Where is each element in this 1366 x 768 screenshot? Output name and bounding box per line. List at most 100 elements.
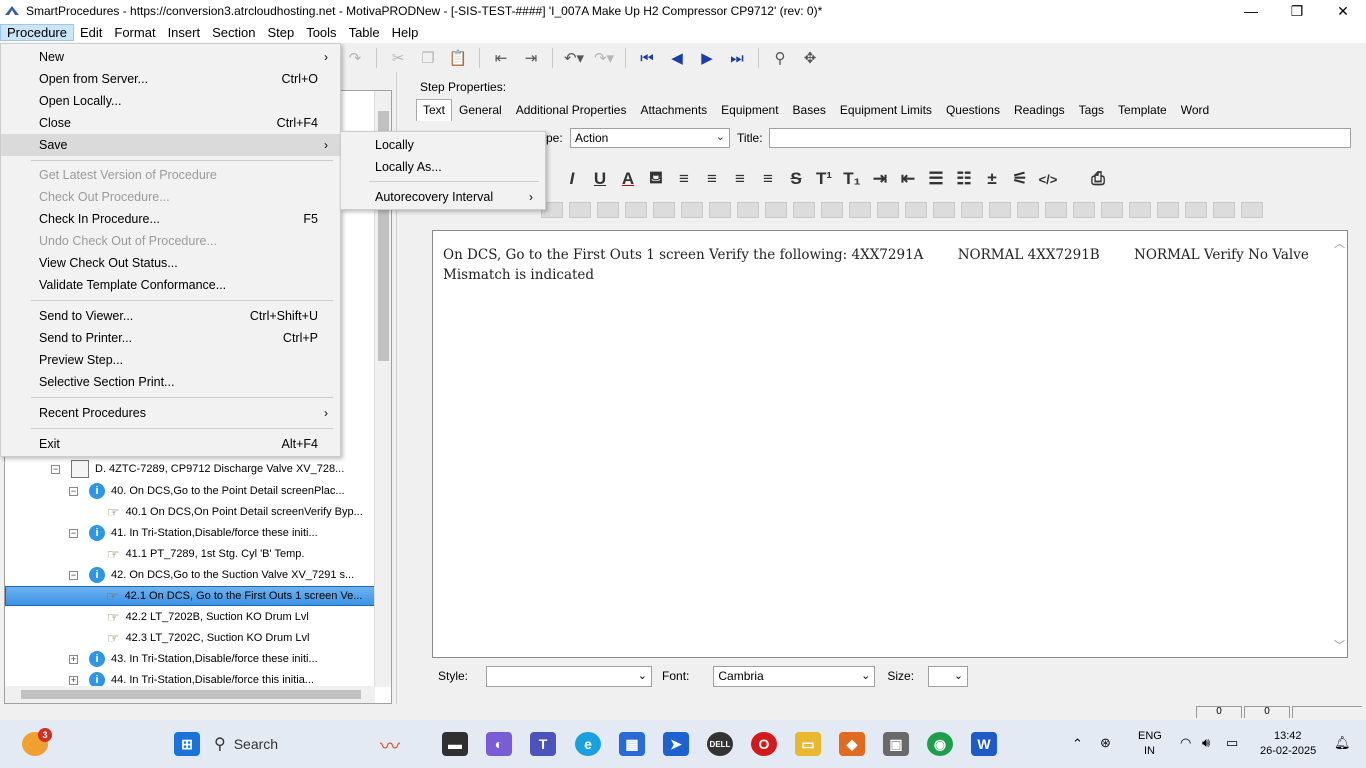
decrease-indent-icon[interactable]: ⇤: [894, 167, 922, 191]
menu-item-open-locally[interactable]: Open Locally...: [1, 90, 340, 112]
start-button-icon[interactable]: ⊞: [174, 732, 200, 756]
language-indicator[interactable]: ENG: [1138, 730, 1162, 742]
tree-row[interactable]: ☞ 42.3 LT_7202C, Suction KO Drum Lvl: [107, 628, 309, 648]
magic-wand-icon[interactable]: ⚟: [1006, 167, 1034, 191]
word-icon[interactable]: W: [971, 732, 997, 756]
close-button[interactable]: ✕: [1320, 0, 1366, 22]
underline-button[interactable]: U: [586, 167, 614, 191]
font-color-button[interactable]: A: [614, 167, 642, 191]
tab-word[interactable]: Word: [1174, 99, 1216, 121]
next-step-icon[interactable]: ▶: [695, 47, 719, 69]
battery-icon[interactable]: ▭: [1226, 735, 1238, 751]
menu-item-exit[interactable]: Exit Alt+F4: [1, 433, 340, 455]
menu-item-recent-procedures[interactable]: Recent Procedures ›: [1, 402, 340, 424]
tree-horizontal-scrollbar[interactable]: [5, 686, 375, 703]
edge-browser-icon[interactable]: e: [575, 732, 601, 756]
network-status-icon[interactable]: ⊛: [1100, 735, 1111, 751]
tab-equipment[interactable]: Equipment: [714, 99, 785, 121]
copilot-icon[interactable]: ◐: [486, 732, 512, 756]
expand-icon[interactable]: +: [69, 675, 78, 685]
code-view-icon[interactable]: </>: [1034, 167, 1062, 191]
menu-item-send-to-viewer[interactable]: Send to Viewer... Ctrl+Shift+U: [1, 305, 340, 327]
menu-item-save[interactable]: Save ›: [1, 134, 340, 156]
strikethrough-button[interactable]: S: [782, 167, 810, 191]
type-select[interactable]: Action ⌄: [570, 128, 730, 148]
collapse-icon[interactable]: −: [69, 570, 78, 580]
menu-item-send-to-printer[interactable]: Send to Printer... Ctrl+P: [1, 327, 340, 349]
align-justify-icon[interactable]: ≡: [754, 167, 782, 191]
tree-row[interactable]: − i 40. On DCS,Go to the Point Detail sc…: [69, 481, 345, 501]
menu-tools[interactable]: Tools: [300, 25, 342, 40]
numbered-list-icon[interactable]: ☷: [950, 167, 978, 191]
collapse-icon[interactable]: −: [51, 464, 60, 474]
clock-time[interactable]: 13:42: [1274, 730, 1302, 742]
menu-item-check-out[interactable]: Check Out Procedure...: [1, 186, 340, 208]
notification-bell-icon[interactable]: 🔔︎: [1334, 735, 1351, 751]
tab-text[interactable]: Text: [416, 99, 453, 121]
font-select[interactable]: Cambria ⌄: [713, 665, 876, 687]
align-right-icon[interactable]: ≡: [726, 167, 754, 191]
menu-item-validate-template[interactable]: Validate Template Conformance...: [1, 274, 340, 296]
menu-step[interactable]: Step: [261, 25, 300, 40]
menu-item-open-from-server[interactable]: Open from Server... Ctrl+O: [1, 68, 340, 90]
tree-row[interactable]: ☞ 41.1 PT_7289, 1st Stg. Cyl 'B' Temp.: [107, 544, 304, 564]
menu-item-preview-step[interactable]: Preview Step...: [1, 349, 340, 371]
menu-edit[interactable]: Edit: [74, 25, 108, 40]
scroll-thumb[interactable]: [21, 690, 361, 699]
undo-icon[interactable]: ↶▾: [562, 47, 586, 69]
wifi-icon[interactable]: ◠: [1180, 735, 1191, 751]
cut-icon[interactable]: ✂: [386, 47, 410, 69]
tree-row[interactable]: ☞ 40.1 On DCS,On Point Detail screenVeri…: [107, 502, 363, 522]
menu-item-view-check-out-status[interactable]: View Check Out Status...: [1, 252, 340, 274]
style-select[interactable]: ⌄: [486, 665, 653, 687]
dell-icon[interactable]: DELL: [707, 732, 733, 756]
file-explorer-icon[interactable]: ▭: [795, 732, 821, 756]
tree-row[interactable]: − i 41. In Tri-Station,Disable/force the…: [69, 523, 318, 543]
tree-row[interactable]: + i 43. In Tri-Station,Disable/force the…: [69, 649, 318, 669]
submenu-item-autorecovery-interval[interactable]: Autorecovery Interval ›: [341, 186, 545, 208]
italic-button[interactable]: I: [558, 167, 586, 191]
remote-desktop-icon[interactable]: ▣: [883, 732, 909, 756]
chevron-up-icon[interactable]: ︿: [1334, 235, 1345, 251]
menu-item-selective-section-print[interactable]: Selective Section Print...: [1, 371, 340, 393]
tree-row[interactable]: − i 42. On DCS,Go to the Suction Valve X…: [69, 565, 354, 585]
submenu-item-locally[interactable]: Locally: [341, 134, 545, 156]
menu-insert[interactable]: Insert: [162, 25, 207, 40]
paste-icon[interactable]: 📋: [446, 47, 470, 69]
fill-color-icon[interactable]: ⛾: [642, 167, 670, 191]
menu-table[interactable]: Table: [343, 25, 386, 40]
superscript-button[interactable]: T¹: [810, 167, 838, 191]
copy-icon[interactable]: ❐: [416, 47, 440, 69]
tab-tags[interactable]: Tags: [1072, 99, 1111, 121]
tab-additional-properties[interactable]: Additional Properties: [509, 99, 634, 121]
tab-attachments[interactable]: Attachments: [633, 99, 714, 121]
subscript-button[interactable]: T₁: [838, 167, 866, 191]
tree-row-selected[interactable]: ☞ 42.1 On DCS, Go to the First Outs 1 sc…: [5, 586, 375, 606]
menu-item-check-in[interactable]: Check In Procedure... F5: [1, 208, 340, 230]
menu-item-close[interactable]: Close Ctrl+F4: [1, 112, 340, 134]
outdent-icon[interactable]: ⇥: [519, 47, 543, 69]
store-icon[interactable]: ▦: [619, 732, 645, 756]
opera-browser-icon[interactable]: O: [751, 732, 777, 756]
align-left-icon[interactable]: ≡: [670, 167, 698, 191]
menu-section[interactable]: Section: [206, 25, 261, 40]
chevron-up-icon[interactable]: ⌃: [1072, 736, 1083, 752]
maximize-button[interactable]: ❐: [1274, 0, 1320, 22]
increase-indent-icon[interactable]: ⇥: [866, 167, 894, 191]
last-step-icon[interactable]: ⏭: [725, 47, 749, 69]
collapse-icon[interactable]: −: [69, 528, 78, 538]
step-body-text[interactable]: On DCS, Go to the First Outs 1 screen Ve…: [443, 245, 1323, 285]
redo-step-icon[interactable]: ↷: [343, 47, 367, 69]
smartprocedures-app-icon[interactable]: ◆: [839, 732, 865, 756]
title-input[interactable]: [769, 128, 1351, 148]
size-select[interactable]: ⌄: [928, 665, 969, 687]
step-text-editor[interactable]: On DCS, Go to the First Outs 1 screen Ve…: [432, 230, 1348, 658]
minimize-button[interactable]: —: [1228, 0, 1274, 22]
volume-icon[interactable]: 🔊︎: [1202, 735, 1210, 751]
power-automate-icon[interactable]: ➤: [663, 732, 689, 756]
plus-minus-icon[interactable]: ±: [978, 167, 1006, 191]
menu-item-undo-check-out[interactable]: Undo Check Out of Procedure...: [1, 230, 340, 252]
align-center-icon[interactable]: ≡: [698, 167, 726, 191]
task-view-icon[interactable]: ▬: [442, 732, 468, 756]
menu-procedure[interactable]: Procedure: [0, 24, 74, 41]
